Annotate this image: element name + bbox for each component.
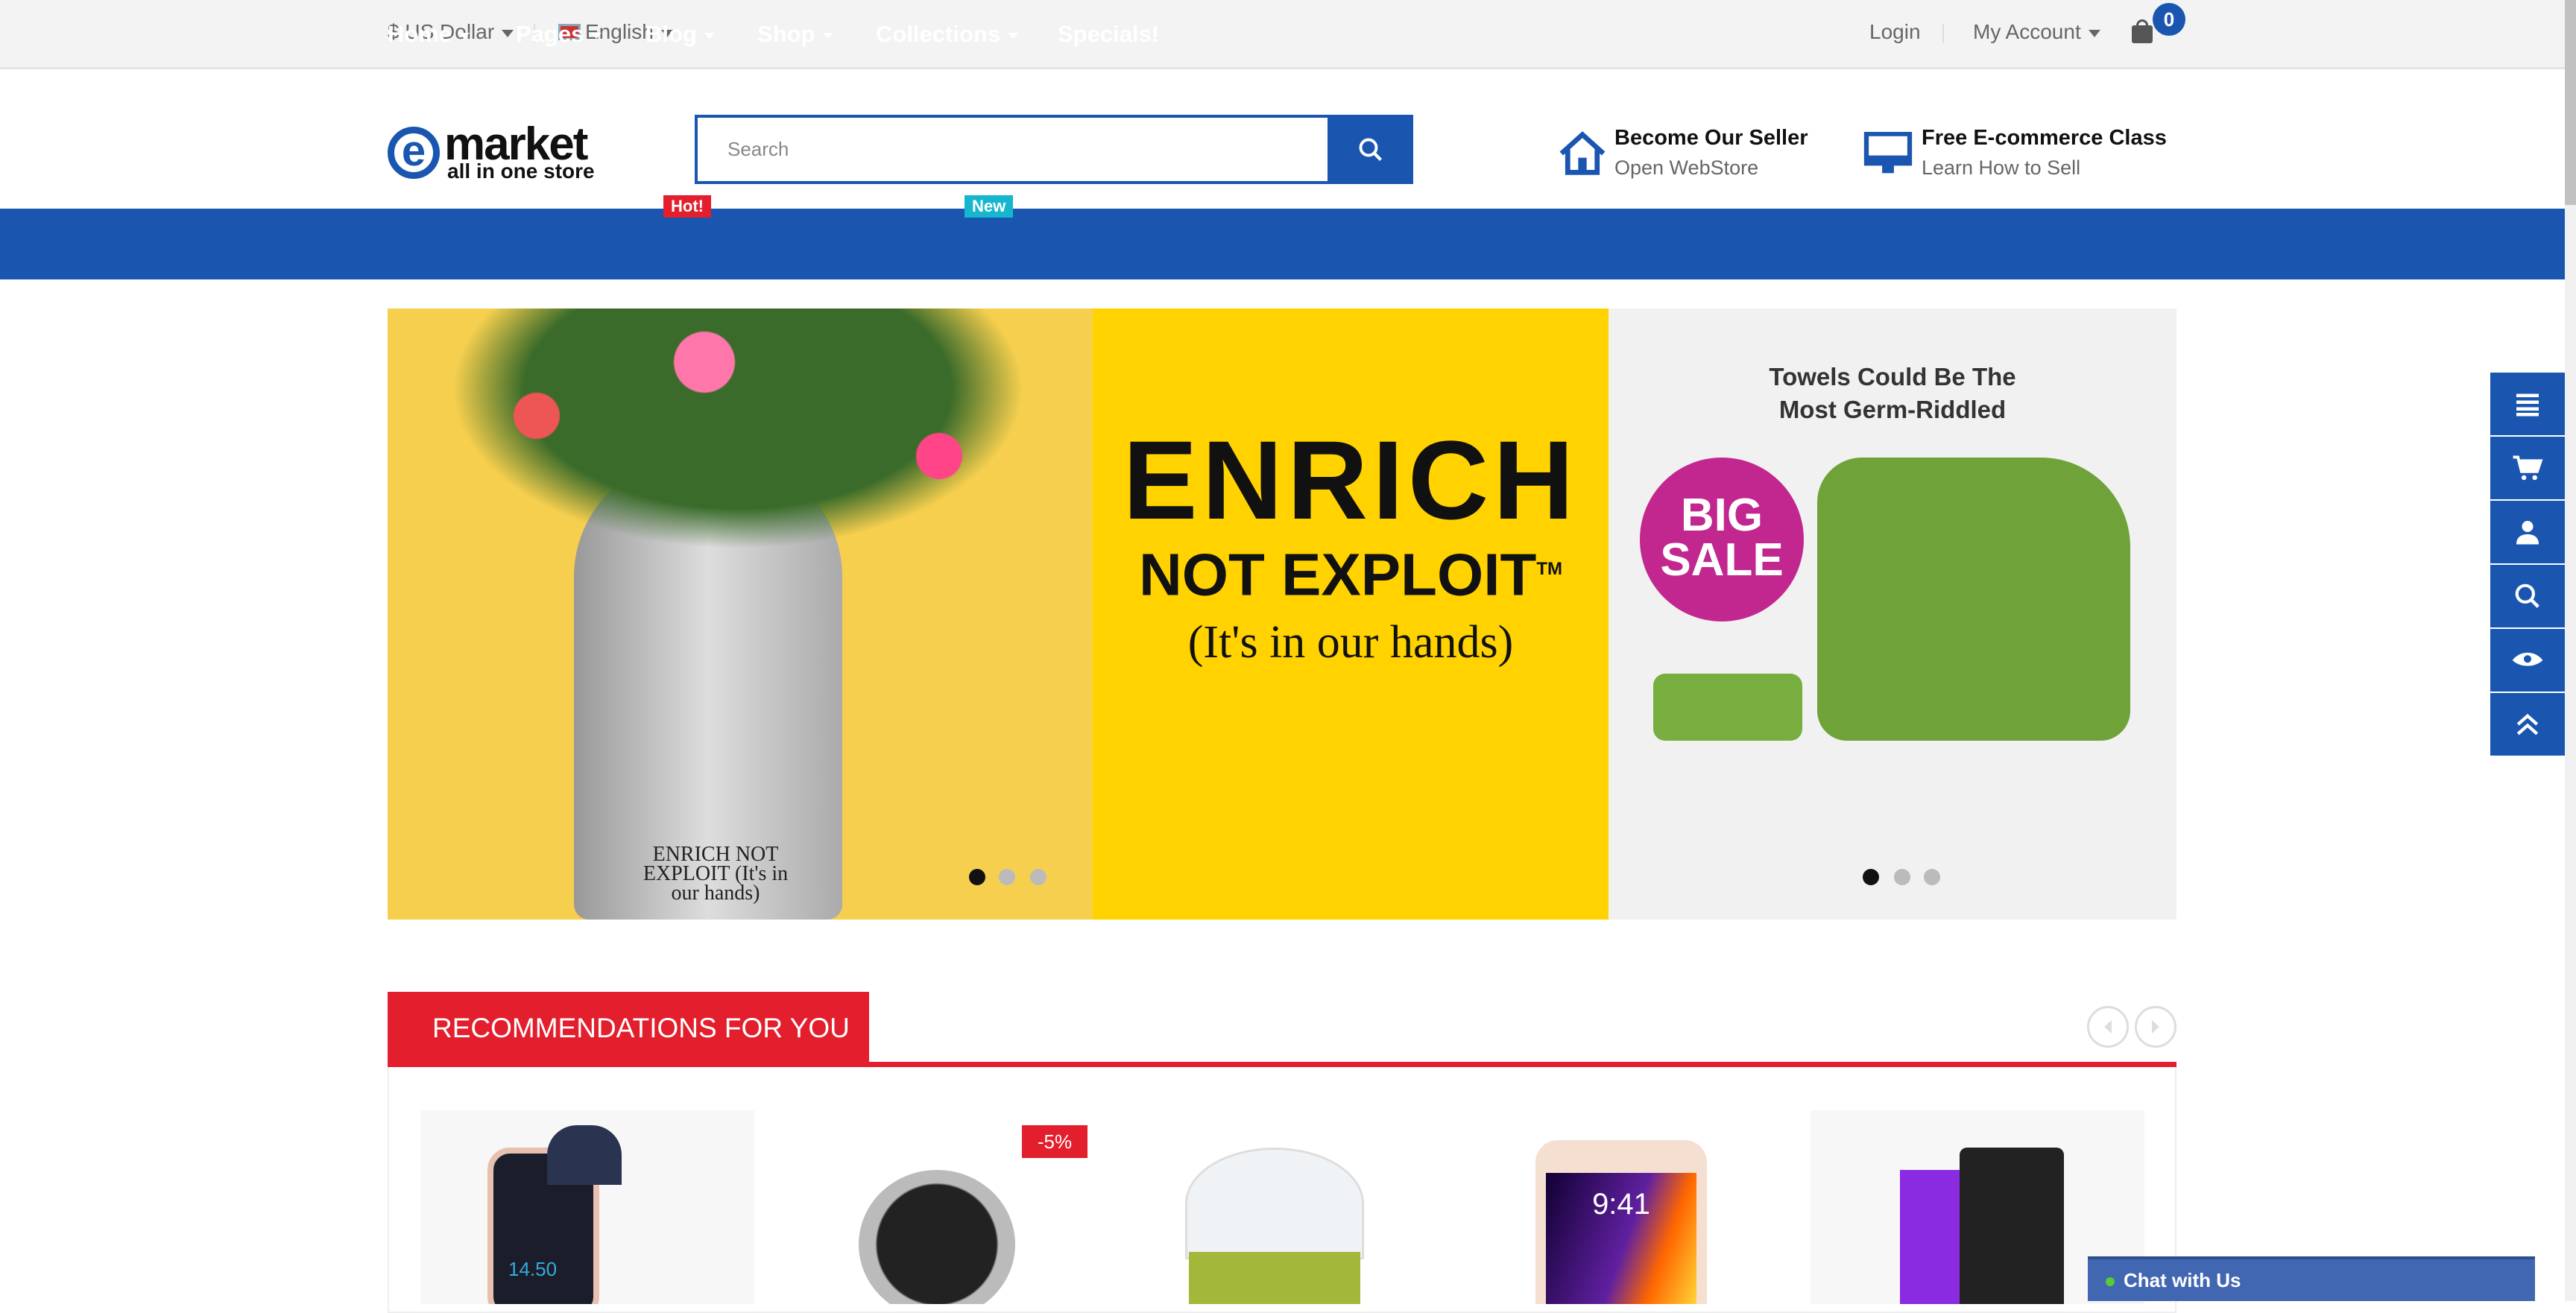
double-chevron-up-icon [2516,713,2539,735]
search-bar [695,115,1413,184]
promo-title: Free E-commerce Class [1922,126,2167,150]
chevron-left-icon [2104,1020,2112,1034]
nav-home[interactable]: Home [388,21,470,48]
cart-icon [2513,455,2543,481]
search-icon [1359,138,1382,161]
user-icon [2516,521,2539,545]
logo-tagline: all in one store [447,159,595,183]
promo-subtitle: Open WebStore [1614,156,1759,179]
carousel-next-button[interactable] [2135,1006,2176,1048]
slide-dot[interactable] [1924,869,1940,885]
slide-dot[interactable] [1030,869,1046,885]
banner-sale-slide[interactable]: Towels Could Be The Most Germ-Riddled BIG… [1609,309,2176,920]
phone-time: 9:41 [1592,1188,1650,1221]
banner-tagline: (It's in our hands) [1187,616,1514,668]
chevron-down-icon [502,29,514,37]
rice-cooker-image [1185,1148,1364,1259]
chat-widget[interactable]: Chat with Us [2088,1256,2535,1301]
recently-viewed-button[interactable] [2490,629,2565,692]
sale-line: SALE [1660,534,1784,586]
watch-time: 14.50 [508,1258,558,1280]
product-card[interactable]: 9:41 [1461,1110,1795,1304]
banner-enrich-slide[interactable]: ENRICH NOT EXPLOITTM (It's in our hands) [1093,309,1609,920]
nav-label: Home [388,21,452,47]
cooker-base [1189,1252,1360,1304]
big-sale-badge: BIG SALE [1640,458,1804,621]
monitor-icon [1863,132,1913,174]
search-sidebar-button[interactable] [2490,565,2565,627]
nav-pages[interactable]: Pages [516,21,602,48]
floating-toolbar [2490,373,2565,757]
slide-dot[interactable] [969,869,985,885]
page-scrollbar[interactable] [2565,0,2576,1301]
trademark: TM [1536,559,1562,579]
banner-title-line: Towels Could Be The [1769,363,2016,390]
chair-image [1817,458,2130,741]
nav-collections[interactable]: Collections [876,21,1019,48]
account-sidebar-button[interactable] [2490,501,2565,563]
banner-line2: NOT EXPLOIT [1138,541,1537,608]
cart-button[interactable] [2132,19,2153,43]
nav-shop[interactable]: Shop [757,21,833,48]
wristwatch-image [859,1170,1015,1304]
chevron-down-icon [591,32,602,39]
sale-line: BIG [1680,490,1764,541]
login-link[interactable]: Login [1869,20,1921,44]
scrollbar-thumb[interactable] [2565,0,2576,205]
banner-hand-slide[interactable]: ENRICH NOT EXPLOIT (It's in our hands) [388,309,1093,920]
eye-icon [2512,652,2543,666]
new-badge: New [965,195,1014,218]
bag-handle [2136,19,2148,30]
phone-front [1960,1148,2064,1304]
search-button[interactable] [1328,115,1413,184]
watch-band [547,1125,622,1185]
my-account-dropdown[interactable]: My Account [1973,20,2100,44]
chevron-down-icon [459,32,470,39]
promo-title: Become Our Seller [1614,126,1808,150]
hot-badge: Hot! [663,195,711,218]
section-underline [388,1062,2176,1067]
nav-label: Pages [516,21,584,47]
slide-dot[interactable] [1894,869,1910,885]
house-icon [1559,131,1606,175]
chevron-down-icon [1008,32,1019,39]
chevron-down-icon [822,32,833,39]
phone-screen: 9:41 [1546,1173,1696,1304]
ottoman-image [1653,674,1802,741]
slide-dot[interactable] [1863,869,1879,885]
logo-icon[interactable]: e [388,127,440,179]
main-nav [0,209,2565,279]
product-card[interactable]: 14.50 [420,1110,754,1304]
flowers-image [402,309,1073,577]
back-to-top-button[interactable] [2490,693,2565,756]
nav-blog[interactable]: Blog [645,21,715,48]
chevron-down-icon [704,32,715,39]
divider [1942,24,1944,43]
nav-label: Collections [876,21,1001,47]
chevron-right-icon [2152,1020,2159,1034]
carousel-prev-button[interactable] [2087,1006,2129,1048]
banner-title: Towels Could Be The Most Germ-Riddled [1609,361,2176,426]
banner-subheadline: NOT EXPLOITTM [1093,536,1609,609]
nav-label: Shop [757,21,815,47]
iphone-image: 9:41 [1535,1140,1707,1304]
search-input[interactable] [698,118,1324,181]
nav-label: Blog [645,21,697,47]
slide-dot[interactable] [999,869,1015,885]
cart-count-badge: 0 [2153,3,2185,36]
menu-icon [2516,393,2539,417]
nav-specials[interactable]: Specials! [1058,21,1159,48]
banner-headline: ENRICH [1123,417,1579,542]
categories-button[interactable] [2490,373,2565,435]
promo-subtitle: Learn How to Sell [1922,156,2081,179]
search-icon [2515,583,2539,608]
chevron-down-icon [2088,29,2100,37]
account-label: My Account [1973,20,2081,43]
banner-title-line: Most Germ-Riddled [1778,396,2007,423]
wrist-text: ENRICH NOT EXPLOIT (It's in our hands) [643,843,789,905]
product-card[interactable] [1118,1110,1452,1304]
discount-badge: -5% [1022,1125,1087,1158]
recommendations-title: RECOMMENDATIONS FOR YOU [388,992,869,1064]
cart-sidebar-button[interactable] [2490,437,2565,499]
